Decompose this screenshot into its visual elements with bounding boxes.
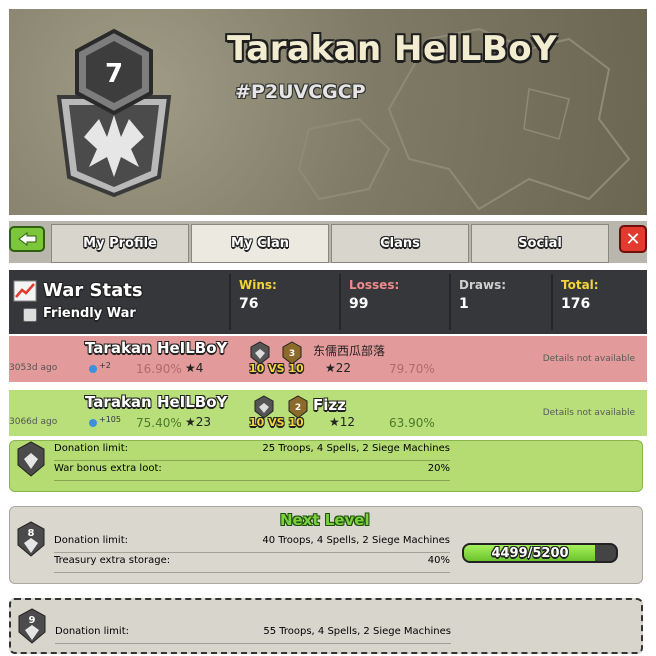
xp-icon <box>89 365 97 373</box>
clan-xp-progress-bar: 4499/5200 <box>462 543 618 563</box>
wins-label: Wins: <box>239 278 277 292</box>
total-value: 176 <box>561 296 591 312</box>
clan-level-number: 7 <box>105 59 123 89</box>
svg-text:9: 9 <box>29 615 36 626</box>
war-bonus-value: 20% <box>427 463 450 474</box>
tab-my-profile[interactable]: My Profile <box>51 224 189 263</box>
tab-clans[interactable]: Clans <box>331 224 469 263</box>
wins-stat: Wins: 76 <box>229 274 337 330</box>
donation-limit-value: 55 Troops, 4 Spells, 2 Siege Machines <box>263 626 451 637</box>
star-icon: ★ <box>185 361 196 375</box>
progress-text: 4499/5200 <box>491 546 569 561</box>
treasury-storage-value: 40% <box>427 555 450 566</box>
war-opponent-percent: 79.70% <box>389 362 435 376</box>
draws-label: Draws: <box>459 278 507 292</box>
next-level-panel: 8 Next Level Donation limit: 40 Troops, … <box>9 506 643 584</box>
close-button[interactable]: ✕ <box>619 225 647 253</box>
donation-limit-label: Donation limit: <box>54 443 128 454</box>
losses-value: 99 <box>349 296 369 312</box>
losses-stat: Losses: 99 <box>339 274 447 330</box>
war-details: Details not available <box>542 354 635 364</box>
war-clan-name: Tarakan HeILBoY <box>85 393 228 411</box>
war-opponent-stars: ★22 <box>325 361 352 375</box>
back-arrow-icon <box>18 232 37 246</box>
war-opponent-name: 东儒西瓜部落 <box>313 344 386 358</box>
war-clan-percent: 16.90% <box>136 362 182 376</box>
treasury-storage-row: Treasury extra storage: 40% <box>54 555 450 573</box>
war-opponent-name: Fizz <box>313 396 346 414</box>
future-level-panel: 9 Donation limit: 55 Troops, 4 Spells, 2… <box>9 598 643 654</box>
draws-value: 1 <box>459 296 469 312</box>
svg-text:3: 3 <box>289 349 295 359</box>
back-button[interactable] <box>9 226 45 252</box>
tab-bar: My Profile My Clan Clans Social ✕ <box>9 221 647 263</box>
war-bonus-row: War bonus extra loot: 20% <box>54 463 450 481</box>
star-icon: ★ <box>325 361 336 375</box>
war-clan-name: Tarakan HeILBoY <box>85 339 228 357</box>
donation-limit-value: 25 Troops, 4 Spells, 2 Siege Machines <box>262 443 450 454</box>
war-clan-stars: ★4 <box>185 361 204 375</box>
war-stats-title: War Stats <box>43 280 143 301</box>
war-opponent-percent: 63.90% <box>389 416 435 430</box>
clan-badge-level-icon: 8 <box>17 521 45 557</box>
tab-social[interactable]: Social <box>471 224 609 263</box>
total-stat: Total: 176 <box>551 274 645 330</box>
donation-limit-row: Donation limit: 55 Troops, 4 Spells, 2 S… <box>55 626 451 644</box>
xp-icon <box>89 419 97 427</box>
donation-limit-value: 40 Troops, 4 Spells, 2 Siege Machines <box>262 535 450 546</box>
tab-my-clan[interactable]: My Clan <box>191 224 329 263</box>
war-age: 3053d ago <box>9 363 58 373</box>
current-level-panel: Donation limit: 25 Troops, 4 Spells, 2 S… <box>9 440 643 492</box>
donation-limit-label: Donation limit: <box>54 535 128 546</box>
clan-tag: #P2UVCGCP <box>235 81 366 103</box>
war-stats-panel: War Stats Friendly War Wins: 76 Losses: … <box>9 270 647 334</box>
clan-badge-level-icon: 9 <box>18 608 46 644</box>
close-icon: ✕ <box>625 228 641 250</box>
donation-limit-row: Donation limit: 25 Troops, 4 Spells, 2 S… <box>54 443 450 461</box>
war-age: 3066d ago <box>9 417 58 427</box>
wins-value: 76 <box>239 296 259 312</box>
clan-badge-icon: 7 <box>56 28 172 197</box>
total-label: Total: <box>561 278 599 292</box>
war-xp: +2 <box>99 361 111 370</box>
war-size: 10 VS 10 <box>249 416 304 429</box>
svg-text:2: 2 <box>295 403 301 413</box>
clan-banner: 7 Tarakan HeILBoY #P2UVCGCP <box>9 9 647 215</box>
star-icon: ★ <box>185 415 196 429</box>
next-level-heading: Next Level <box>280 511 370 529</box>
war-opponent-stars: ★12 <box>329 415 356 429</box>
clan-badge-level-icon <box>17 441 45 477</box>
chart-icon <box>13 280 37 302</box>
treasury-storage-label: Treasury extra storage: <box>54 555 171 566</box>
donation-limit-label: Donation limit: <box>55 626 129 637</box>
clan-name: Tarakan HeILBoY <box>227 29 558 69</box>
war-log-row[interactable]: 3053d ago Tarakan HeILBoY +2 16.90% ★4 3… <box>9 336 647 382</box>
war-log-row[interactable]: 3066d ago Tarakan HeILBoY +105 75.40% ★2… <box>9 390 647 436</box>
war-xp: +105 <box>99 415 121 424</box>
war-size: 10 VS 10 <box>249 362 304 375</box>
friendly-war-checkbox[interactable] <box>23 308 37 322</box>
star-icon: ★ <box>329 415 340 429</box>
draws-stat: Draws: 1 <box>449 274 549 330</box>
war-clan-stars: ★23 <box>185 415 212 429</box>
donation-limit-row: Donation limit: 40 Troops, 4 Spells, 2 S… <box>54 535 450 553</box>
svg-text:8: 8 <box>28 528 35 539</box>
friendly-war-label: Friendly War <box>43 306 136 321</box>
war-clan-percent: 75.40% <box>136 416 182 430</box>
war-details: Details not available <box>542 408 635 418</box>
losses-label: Losses: <box>349 278 400 292</box>
war-bonus-label: War bonus extra loot: <box>54 463 162 474</box>
